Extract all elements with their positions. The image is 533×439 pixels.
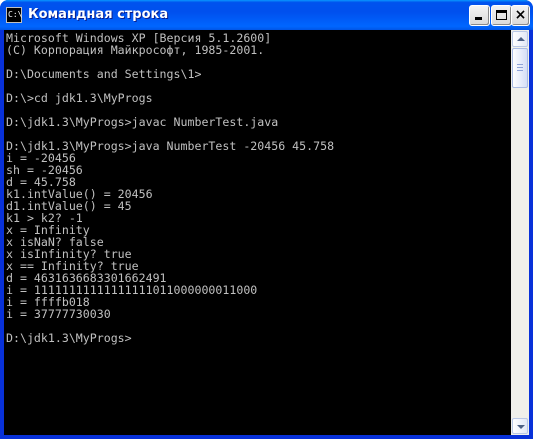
arrow-down-icon bbox=[517, 425, 525, 429]
scroll-up-button[interactable] bbox=[512, 31, 528, 47]
maximize-button[interactable] bbox=[491, 5, 512, 26]
maximize-icon bbox=[496, 10, 507, 20]
window-title: Командная строка bbox=[28, 7, 169, 22]
console-line: D:\>cd jdk1.3\MyProgs bbox=[6, 91, 153, 105]
console-line: (С) Корпорация Майкрософт, 1985-2001. bbox=[6, 43, 265, 57]
console-line: i = 37777730030 bbox=[6, 307, 111, 321]
grip-line bbox=[517, 67, 523, 68]
close-icon: × bbox=[514, 7, 527, 23]
vertical-scrollbar[interactable] bbox=[511, 30, 529, 435]
scroll-down-button[interactable] bbox=[512, 418, 528, 434]
minimize-icon bbox=[475, 17, 482, 20]
grip-line bbox=[517, 70, 523, 71]
command-prompt-icon[interactable]: C:\ bbox=[6, 7, 22, 23]
console-line: D:\jdk1.3\MyProgs> bbox=[6, 331, 132, 345]
command-prompt-window: C:\ Командная строка × Microsoft Windows… bbox=[0, 0, 533, 439]
title-bar[interactable]: C:\ Командная строка × bbox=[0, 0, 533, 30]
console-output[interactable]: Microsoft Windows XP [Версия 5.1.2600] (С… bbox=[4, 30, 510, 435]
scroll-thumb[interactable] bbox=[512, 48, 528, 88]
close-button[interactable]: × bbox=[511, 5, 530, 26]
grip-line bbox=[517, 64, 523, 65]
minimize-button[interactable] bbox=[469, 5, 490, 26]
console-line: D:\Documents and Settings\1> bbox=[6, 67, 202, 81]
console-client-area: Microsoft Windows XP [Версия 5.1.2600] (С… bbox=[4, 30, 529, 435]
arrow-up-icon bbox=[517, 37, 525, 41]
console-line: D:\jdk1.3\MyProgs>javac NumberTest.java bbox=[6, 115, 279, 129]
